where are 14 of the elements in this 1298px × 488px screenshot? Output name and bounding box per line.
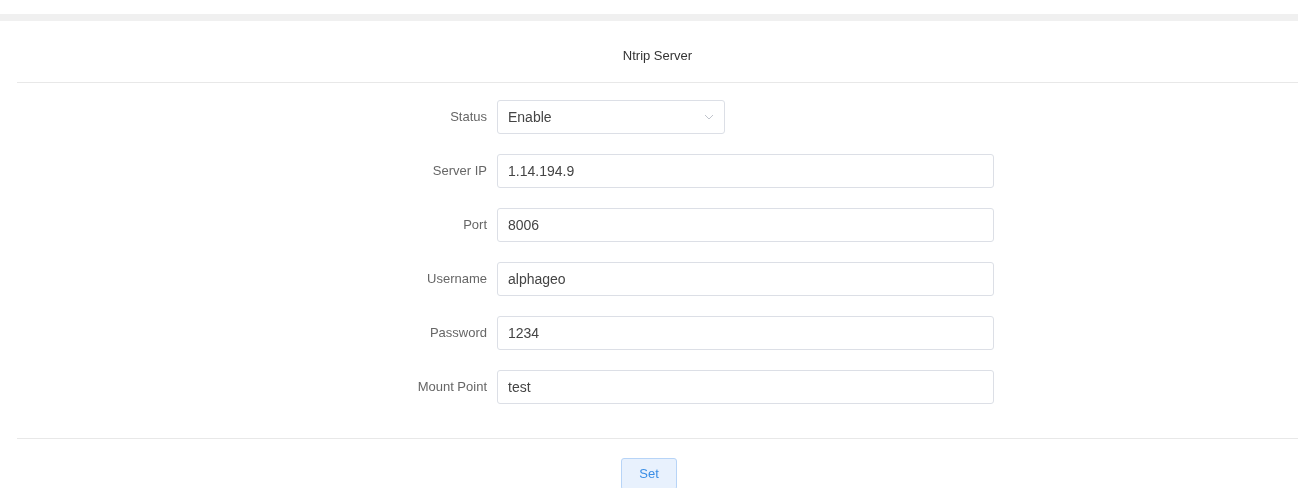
field-label: Username [426, 270, 488, 289]
input-field[interactable]: 8006 [497, 208, 994, 242]
input-field[interactable]: 1.14.194.9 [497, 154, 994, 188]
field-label: Server IP [431, 162, 488, 181]
field-label: Password [428, 324, 488, 343]
field-label: Status [449, 108, 488, 127]
status-dropdown[interactable]: Enable [497, 100, 725, 134]
section-title: Ntrip Server [622, 46, 693, 65]
field-label: Port [462, 216, 488, 235]
input-field[interactable]: test [497, 370, 994, 404]
input-field[interactable]: alphageo [497, 262, 994, 296]
field-label: Mount Point [416, 378, 488, 397]
chevron-down-icon [704, 114, 714, 120]
input-field[interactable]: 1234 [497, 316, 994, 350]
